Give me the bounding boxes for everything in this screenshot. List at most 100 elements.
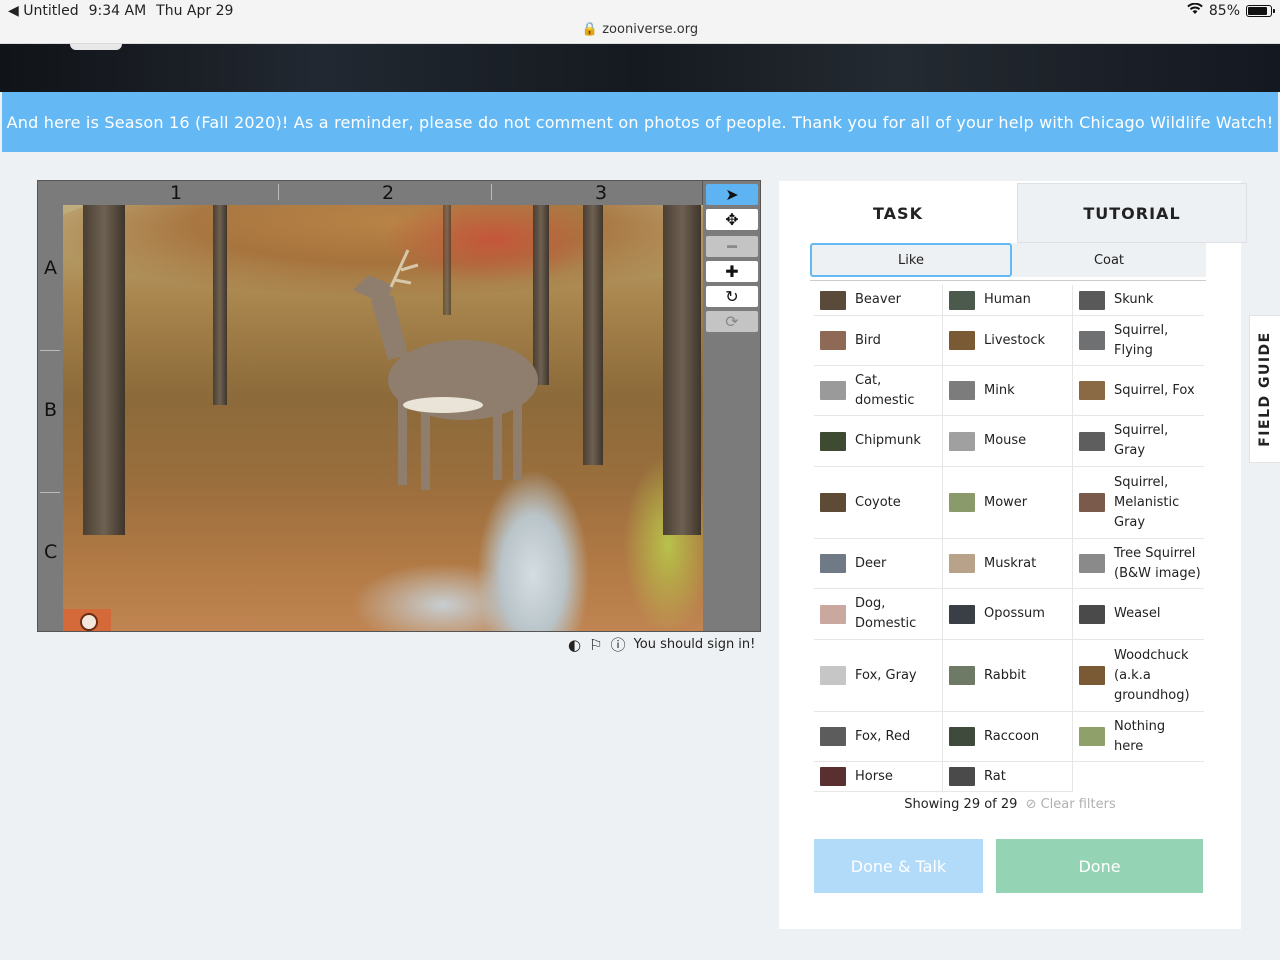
species-choice[interactable]: Human <box>943 285 1073 316</box>
species-choice[interactable]: Tree Squirrel (B&W image) <box>1073 539 1204 589</box>
lock-icon: 🔒 <box>581 22 599 37</box>
move-icon: ✥ <box>725 210 739 229</box>
flag-icon[interactable]: ⚐ <box>589 636 602 654</box>
rotate-button[interactable]: ↻ <box>706 286 758 307</box>
field-guide-tab[interactable]: FIELD GUIDE <box>1249 315 1280 463</box>
zooniverse-logo[interactable] <box>70 44 122 50</box>
species-choice[interactable]: Rat <box>943 762 1073 792</box>
species-choice[interactable]: Woodchuck (a.k.a groundhog) <box>1073 640 1204 712</box>
species-choice[interactable]: Muskrat <box>943 539 1073 589</box>
address-bar[interactable]: 🔒 zooniverse.org <box>0 22 1280 37</box>
species-thumbnail <box>820 290 846 310</box>
species-label: Skunk <box>1114 292 1154 307</box>
species-choice[interactable]: Bird <box>814 316 943 366</box>
announcement-banner: And here is Season 16 (Fall 2020)! As a … <box>2 92 1278 152</box>
species-choice[interactable]: Opossum <box>943 589 1073 640</box>
species-label: Cat, domestic <box>855 372 915 408</box>
species-label: Fox, Red <box>855 728 911 744</box>
tab-tutorial[interactable]: TUTORIAL <box>1017 183 1247 243</box>
plus-icon: ✚ <box>725 262 739 281</box>
done-and-talk-button[interactable]: Done & Talk <box>814 839 983 893</box>
species-choice[interactable]: Skunk <box>1073 285 1204 316</box>
battery-percent: 85% <box>1208 3 1240 19</box>
invert-icon[interactable]: ◐ <box>568 636 581 654</box>
species-choice[interactable]: Weasel <box>1073 589 1204 640</box>
species-choice[interactable]: Livestock <box>943 316 1073 366</box>
species-choice[interactable]: Horse <box>814 762 943 792</box>
species-choice[interactable]: Squirrel, Flying <box>1073 316 1204 366</box>
species-choice[interactable]: Mouse <box>943 416 1073 467</box>
species-thumbnail <box>820 604 846 624</box>
cursor-icon: ➤ <box>725 185 739 204</box>
species-thumbnail <box>820 431 846 451</box>
species-choice[interactable]: Mink <box>943 366 1073 416</box>
wifi-icon <box>1187 2 1203 19</box>
species-thumbnail <box>820 331 846 350</box>
subject-image[interactable] <box>63 205 703 631</box>
species-choice[interactable]: Raccoon <box>943 712 1073 762</box>
filter-tab-coat[interactable]: Coat <box>1012 243 1206 277</box>
sign-in-prompt[interactable]: You should sign in! <box>634 637 756 652</box>
species-label: Horse <box>855 768 893 784</box>
zoom-out-button[interactable]: ━ <box>706 236 758 257</box>
back-app-link[interactable]: ◀ Untitled <box>8 3 79 19</box>
species-thumbnail <box>820 767 846 786</box>
info-icon[interactable]: ⓘ <box>611 634 626 655</box>
species-thumbnail <box>949 767 975 786</box>
species-choice[interactable]: Rabbit <box>943 640 1073 712</box>
species-thumbnail <box>820 727 846 746</box>
species-thumbnail <box>820 666 846 685</box>
species-label: Squirrel, Fox <box>1114 382 1195 398</box>
zoom-in-button[interactable]: ✚ <box>706 261 758 282</box>
site-header <box>0 44 1280 92</box>
species-choice[interactable]: Fox, Red <box>814 712 943 762</box>
species-choice[interactable]: Squirrel, Fox <box>1073 366 1204 416</box>
species-thumbnail <box>1079 290 1105 310</box>
species-label: Squirrel, Melanistic Gray <box>1114 474 1180 530</box>
filter-tab-like[interactable]: Like <box>810 243 1012 277</box>
showing-text: Showing 29 of 29 <box>904 797 1018 812</box>
camera-logo-badge <box>63 609 111 631</box>
reset-button[interactable]: ⟳ <box>706 311 758 332</box>
species-choice[interactable]: Coyote <box>814 467 943 539</box>
species-choice[interactable]: Cat, domestic <box>814 366 943 416</box>
done-button[interactable]: Done <box>996 839 1203 893</box>
species-thumbnail <box>949 604 975 624</box>
species-label: Woodchuck (a.k.a groundhog) <box>1114 647 1190 703</box>
species-thumbnail <box>1079 493 1105 512</box>
filter-tabs: Like Coat <box>810 243 1206 277</box>
clear-filters-button[interactable]: ⊘ Clear filters <box>1026 797 1116 812</box>
species-thumbnail <box>1079 431 1105 451</box>
species-choice[interactable]: Chipmunk <box>814 416 943 467</box>
species-choice[interactable]: Dog, Domestic <box>814 589 943 640</box>
species-thumbnail <box>820 493 846 512</box>
species-choice[interactable]: Mower <box>943 467 1073 539</box>
species-thumbnail <box>1079 381 1105 400</box>
species-label: Deer <box>855 555 887 571</box>
subject-viewer[interactable]: 1 2 3 A B C <box>37 180 703 632</box>
species-choice[interactable]: Squirrel, Gray <box>1073 416 1204 467</box>
species-thumbnail <box>1079 554 1105 573</box>
url-text: zooniverse.org <box>602 22 699 37</box>
species-thumbnail <box>949 727 975 746</box>
species-label: Coyote <box>855 494 901 510</box>
species-label: Rat <box>984 768 1006 784</box>
species-choice[interactable]: Squirrel, Melanistic Gray <box>1073 467 1204 539</box>
species-choice[interactable]: Nothing here <box>1073 712 1204 762</box>
pan-tool-button[interactable]: ✥ <box>706 209 758 230</box>
divider <box>810 280 1206 281</box>
grid-column-label: 1 <box>170 182 183 204</box>
species-choice[interactable]: Fox, Gray <box>814 640 943 712</box>
pointer-tool-button[interactable]: ➤ <box>706 184 758 205</box>
minus-icon: ━ <box>727 237 737 256</box>
species-label: Human <box>984 292 1031 307</box>
species-label: Squirrel, Flying <box>1114 322 1169 358</box>
species-label: Opossum <box>984 606 1045 621</box>
species-label: Mink <box>984 382 1015 398</box>
clear-filters-label: Clear filters <box>1040 797 1116 812</box>
species-choice[interactable]: Beaver <box>814 285 943 316</box>
grid-row-label: C <box>44 541 58 563</box>
tab-task[interactable]: TASK <box>779 183 1017 243</box>
species-choice[interactable]: Deer <box>814 539 943 589</box>
species-label: Bird <box>855 332 881 348</box>
